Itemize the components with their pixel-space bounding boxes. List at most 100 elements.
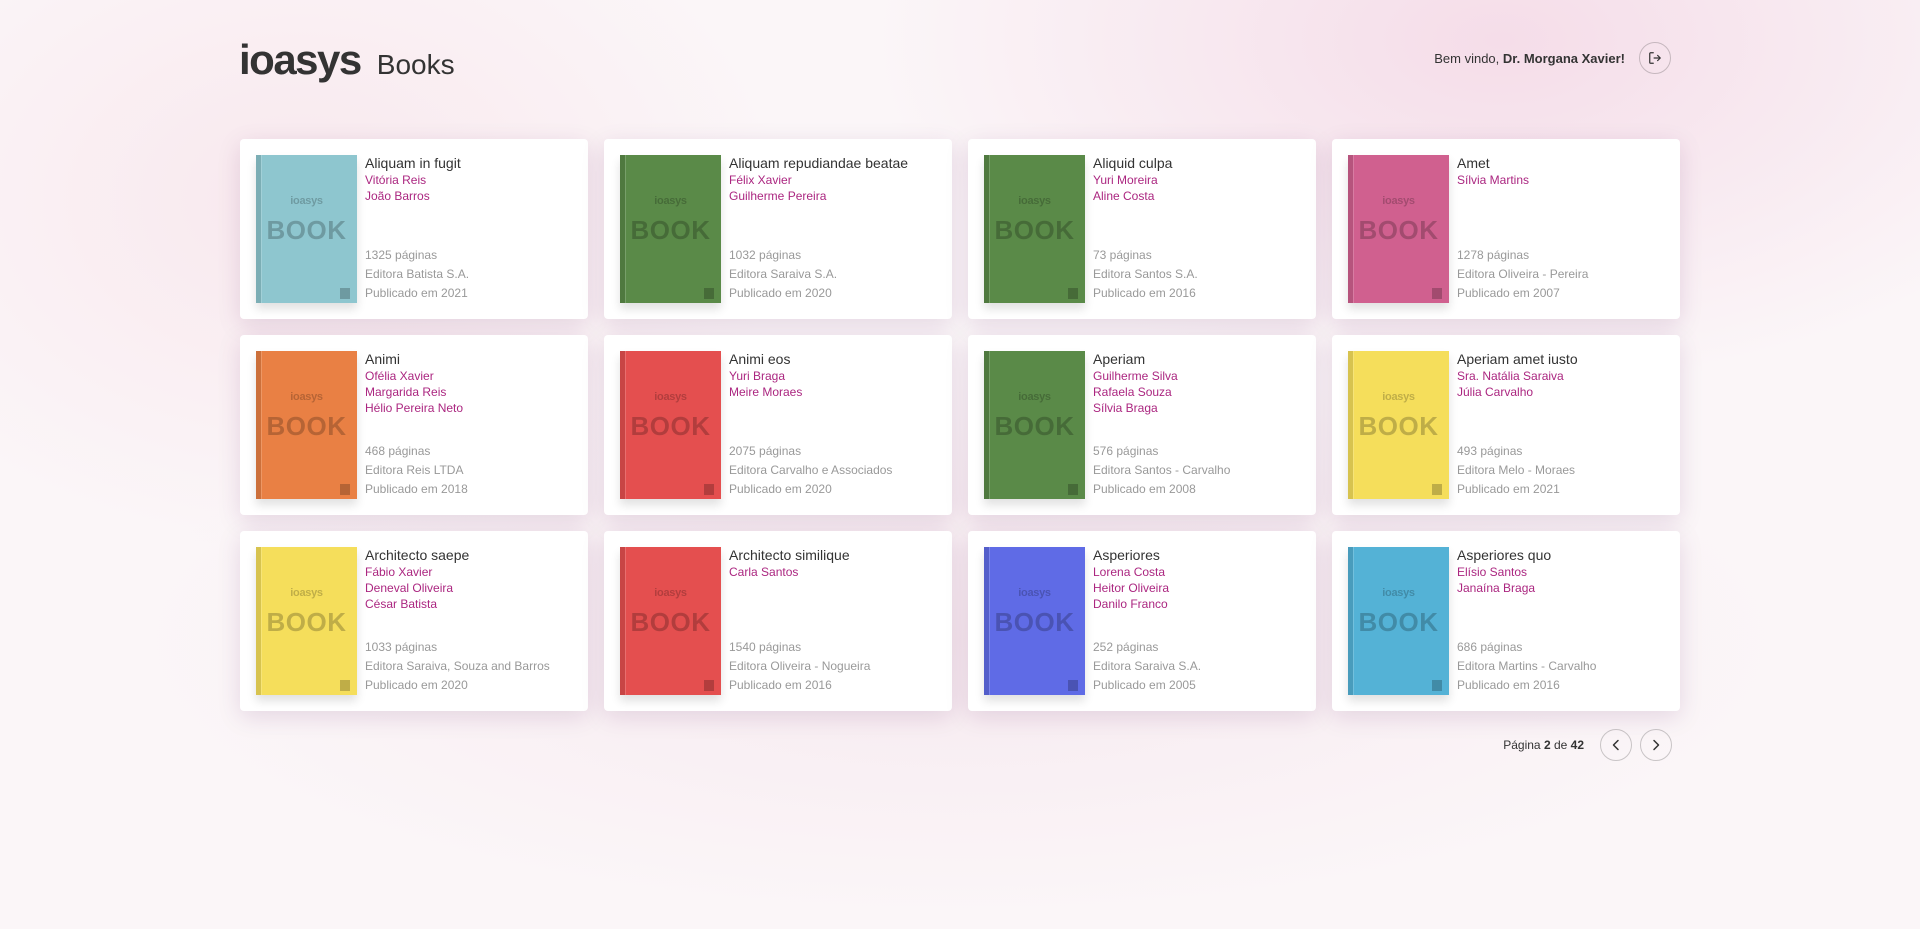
book-meta: 252 páginas Editora Saraiva S.A. Publicado…: [1093, 638, 1201, 695]
previous-page-button[interactable]: [1600, 729, 1632, 761]
book-card[interactable]: ioasys BOOK Aliquid culpa Yuri Moreira Aline…: [968, 139, 1316, 319]
book-card[interactable]: ioasys BOOK Asperiores quo Elísio Santos Jan…: [1332, 531, 1680, 711]
cover-label: BOOK: [266, 607, 347, 637]
book-published: Publicado em 2020: [365, 678, 468, 692]
book-publisher: Editora Saraiva S.A.: [1093, 659, 1202, 673]
cover-logo: ioasys: [654, 195, 687, 207]
book-author: Júlia Carvalho: [1457, 385, 1534, 399]
book-card[interactable]: ioasys BOOK Aperiam amet iusto Sra. Natália…: [1332, 335, 1680, 515]
book-pages: 1325 páginas: [365, 248, 438, 262]
cover-label: BOOK: [994, 215, 1075, 245]
book-author: Aline Costa: [1093, 189, 1155, 203]
book-published: Publicado em 2018: [365, 482, 468, 496]
book-cover: ioasys BOOK: [1348, 547, 1449, 695]
book-author: João Barros: [365, 189, 430, 203]
book-card[interactable]: ioasys BOOK Amet Sílvia Martins 1278 páginas…: [1332, 139, 1680, 319]
cover-logo: ioasys: [1382, 391, 1415, 403]
cover-label: BOOK: [630, 411, 711, 441]
book-cover: ioasys BOOK: [256, 155, 357, 303]
book-card[interactable]: ioasys BOOK Architecto saepe Fábio Xavier De…: [240, 531, 588, 711]
book-card[interactable]: ioasys BOOK Aliquam repudiandae beatae Féli…: [604, 139, 952, 319]
book-published: Publicado em 2016: [729, 678, 832, 692]
book-cover: ioasys BOOK: [620, 547, 721, 695]
cover-label: BOOK: [1358, 607, 1439, 637]
book-card[interactable]: ioasys BOOK Aliquam in fugit Vitória Reis Jo…: [240, 139, 588, 319]
cover-label: BOOK: [994, 411, 1075, 441]
book-published: Publicado em 2021: [365, 286, 468, 300]
book-published: Publicado em 2020: [729, 286, 832, 300]
book-meta: 686 páginas Editora Martins - Carvalho Pub…: [1457, 638, 1596, 695]
book-cover: ioasys BOOK: [984, 155, 1085, 303]
book-info: Animi eos Yuri Braga Meire Moraes 2075 pági…: [729, 351, 940, 499]
book-cover: ioasys BOOK: [1348, 155, 1449, 303]
book-cover: ioasys BOOK: [620, 351, 721, 499]
book-meta: 2075 páginas Editora Carvalho e Associado…: [729, 442, 892, 499]
book-cover: ioasys BOOK: [620, 155, 721, 303]
book-author: Deneval Oliveira: [365, 581, 454, 595]
book-title: Architecto saepe: [365, 547, 470, 563]
cover-logo: ioasys: [1018, 195, 1051, 207]
book-card[interactable]: ioasys BOOK Animi eos Yuri Braga Meire Morae…: [604, 335, 952, 515]
header: ioasys Books Bem vindo, Dr. Morgana Xavi…: [239, 36, 1671, 84]
book-publisher: Editora Oliveira - Nogueira: [729, 659, 871, 673]
page-prefix: Página: [1503, 738, 1544, 752]
cover-tab: [340, 680, 350, 691]
book-title: Asperiores quo: [1457, 547, 1552, 563]
book-pages: 686 páginas: [1457, 640, 1523, 654]
book-info: Aliquam repudiandae beatae Félix Xavier Gu…: [729, 155, 940, 303]
book-author: Guilherme Pereira: [729, 189, 827, 203]
book-title: Animi eos: [729, 351, 791, 367]
book-card[interactable]: ioasys BOOK Architecto similique Carla Sant…: [604, 531, 952, 711]
book-author: César Batista: [365, 597, 438, 611]
cover-logo: ioasys: [1018, 587, 1051, 599]
logout-button[interactable]: [1639, 42, 1671, 74]
books-grid: ioasys BOOK Aliquam in fugit Vitória Reis Jo…: [240, 139, 1680, 711]
page-indicator: Página 2 de 42: [1503, 738, 1584, 752]
cover-tab: [340, 484, 350, 495]
book-pages: 1033 páginas: [365, 640, 438, 654]
cover-tab: [1432, 288, 1442, 299]
book-info: Asperiores quo Elísio Santos Janaína Braga…: [1457, 547, 1668, 695]
cover-logo: ioasys: [1382, 195, 1415, 207]
book-author: Fábio Xavier: [365, 565, 433, 579]
book-author: Hélio Pereira Neto: [365, 401, 464, 415]
book-card[interactable]: ioasys BOOK Animi Ofélia Xavier Margarida Re…: [240, 335, 588, 515]
book-meta: 1278 páginas Editora Oliveira - Pereira Pu…: [1457, 246, 1588, 303]
book-author: Félix Xavier: [729, 173, 792, 187]
book-info: Architecto similique Carla Santos 1540 pág…: [729, 547, 940, 695]
book-publisher: Editora Reis LTDA: [365, 463, 464, 477]
book-meta: 1032 páginas Editora Saraiva S.A. Publicad…: [729, 246, 837, 303]
book-card[interactable]: ioasys BOOK Aperiam Guilherme Silva Rafaela …: [968, 335, 1316, 515]
cover-logo: ioasys: [1018, 391, 1051, 403]
book-pages: 73 páginas: [1093, 248, 1152, 262]
book-author: Sílvia Braga: [1093, 401, 1158, 415]
book-author: Heitor Oliveira: [1093, 581, 1170, 595]
book-meta: 1325 páginas Editora Batista S.A. Publicad…: [365, 246, 469, 303]
next-page-button[interactable]: [1640, 729, 1672, 761]
book-publisher: Editora Batista S.A.: [365, 267, 470, 281]
book-author: Yuri Braga: [729, 369, 786, 383]
current-page: 2: [1543, 738, 1551, 752]
book-pages: 468 páginas: [365, 444, 431, 458]
book-author: Elísio Santos: [1457, 565, 1528, 579]
cover-logo: ioasys: [290, 195, 323, 207]
book-meta: 73 páginas Editora Santos S.A. Publicado e…: [1093, 246, 1198, 303]
book-author: Guilherme Silva: [1093, 369, 1178, 383]
book-publisher: Editora Melo - Moraes: [1457, 463, 1576, 477]
cover-logo: ioasys: [290, 391, 323, 403]
book-author: Ofélia Xavier: [365, 369, 434, 383]
cover-logo: ioasys: [654, 391, 687, 403]
cover-label: BOOK: [1358, 411, 1439, 441]
book-published: Publicado em 2007: [1457, 286, 1560, 300]
book-author: Vitória Reis: [365, 173, 427, 187]
book-title: Architecto similique: [729, 547, 850, 563]
cover-logo: ioasys: [290, 587, 323, 599]
book-published: Publicado em 2020: [729, 482, 832, 496]
book-card[interactable]: ioasys BOOK Asperiores Lorena Costa Heitor O…: [968, 531, 1316, 711]
book-publisher: Editora Saraiva, Souza and Barros: [365, 659, 550, 673]
user-name: Dr. Morgana Xavier!: [1502, 50, 1625, 66]
book-pages: 1278 páginas: [1457, 248, 1530, 262]
brand: ioasys Books: [239, 36, 455, 89]
cover-tab: [340, 288, 350, 299]
book-publisher: Editora Carvalho e Associados: [729, 463, 893, 477]
